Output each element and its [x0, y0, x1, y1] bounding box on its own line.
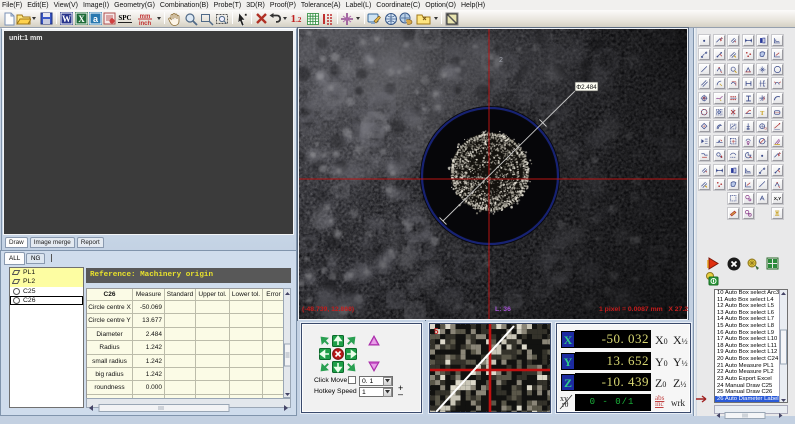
- svg-text:X,Y: X,Y: [774, 196, 781, 201]
- svg-text:2: 2: [499, 57, 503, 64]
- svg-text:G: G: [764, 127, 767, 131]
- svg-text:Φ2.484: Φ2.484: [576, 84, 597, 91]
- svg-text:5: 5: [434, 327, 439, 336]
- svg-text:X: X: [78, 14, 85, 24]
- svg-text:T: T: [760, 110, 765, 117]
- svg-text:inch: inch: [139, 21, 152, 25]
- svg-text:W: W: [62, 14, 71, 24]
